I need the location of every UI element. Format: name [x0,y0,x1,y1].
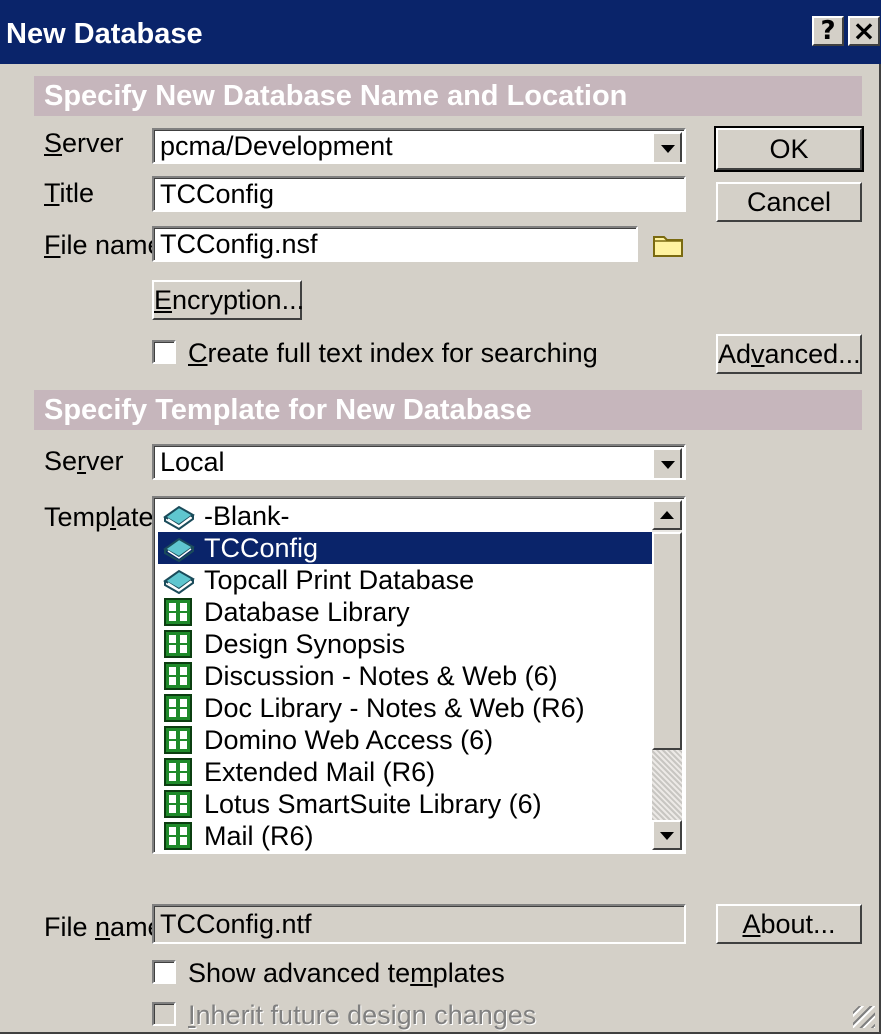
inherit-design-checkbox [152,1002,176,1026]
close-button[interactable]: × [848,16,880,46]
about-button[interactable]: About... [716,904,862,944]
ok-button[interactable]: OK [714,126,864,172]
template-list-item-label: -Blank- [204,501,290,531]
fulltext-index-label: Create full text index for searching [188,338,598,368]
template-listbox[interactable]: -Blank- TCConfig Topcall Print Database Dat… [152,496,686,854]
template-server-dropdown[interactable]: Local [152,444,686,480]
template-list-item[interactable]: Doc Library - Notes & Web (R6) [158,692,652,724]
scroll-down-arrow-icon[interactable] [652,820,682,850]
template-list-item[interactable]: TCConfig [158,532,652,564]
template-server-dropdown-arrow-icon[interactable] [652,448,682,478]
fulltext-index-checkbox[interactable] [152,340,176,364]
domino-template-icon [162,630,196,658]
template-list-item-label: Doc Library - Notes & Web (R6) [204,693,585,723]
encryption-button[interactable]: Encryption... [152,280,304,320]
browse-folder-button[interactable] [650,228,686,262]
filename-label: File name [44,230,163,260]
template-server-label: Server [44,446,124,476]
server-value: pcma/Development [160,131,393,161]
title-input[interactable]: TCConfig [152,176,686,212]
template-list-item[interactable]: Lotus SmartSuite Library (6) [158,788,652,820]
template-filename-label: File name [44,912,163,942]
template-list-item[interactable]: Database Library [158,596,652,628]
template-list-item[interactable]: Discussion - Notes & Web (6) [158,660,652,692]
server-label: Server [44,128,124,158]
domino-template-icon [162,758,196,786]
help-button[interactable]: ? [812,16,844,46]
show-advanced-templates-label: Show advanced templates [188,958,505,988]
cancel-button[interactable]: Cancel [716,182,862,222]
domino-template-icon [162,662,196,690]
new-database-dialog: New Database ? × Specify New Database Na… [0,0,881,1034]
template-filename-field: TCConfig.ntf [152,904,686,944]
template-server-value: Local [160,447,225,477]
title-label: Title [44,178,95,208]
template-label: Template [44,502,154,532]
folder-icon [650,228,686,262]
domino-template-icon [162,598,196,626]
book-icon [162,566,196,595]
domino-template-icon [162,726,196,754]
book-icon [162,534,196,563]
template-list-item-label: Design Synopsis [204,629,406,659]
server-dropdown-arrow-icon[interactable] [652,132,682,162]
advanced-button[interactable]: Advanced... [716,334,862,374]
domino-template-icon [162,822,196,850]
template-list-item[interactable]: -Blank- [158,500,652,532]
template-list-item[interactable]: Extended Mail (R6) [158,756,652,788]
section-heading-template: Specify Template for New Database [34,390,862,430]
template-list-item[interactable]: Mail (R6) [158,820,652,852]
template-list-item-label: Database Library [204,597,410,627]
scroll-up-arrow-icon[interactable] [652,500,682,530]
domino-template-icon [162,790,196,818]
title-bar[interactable]: New Database ? × [0,0,881,64]
template-list-item[interactable]: Topcall Print Database [158,564,652,596]
book-icon [162,502,196,531]
template-list-item-label: Lotus SmartSuite Library (6) [204,789,542,819]
template-list-item[interactable]: Design Synopsis [158,628,652,660]
scroll-track[interactable] [652,750,682,820]
template-list-item-label: Domino Web Access (6) [204,725,494,755]
template-list-item-label: Discussion - Notes & Web (6) [204,661,558,691]
template-list-scrollbar[interactable] [652,500,682,850]
template-list-item-label: Topcall Print Database [204,565,475,595]
domino-template-icon [162,694,196,722]
resize-grip-icon[interactable] [853,1006,875,1028]
server-dropdown[interactable]: pcma/Development [152,128,686,164]
dialog-title: New Database [6,18,203,50]
template-list-item[interactable]: Domino Web Access (6) [158,724,652,756]
scroll-thumb[interactable] [652,532,682,750]
section-heading-name-location: Specify New Database Name and Location [34,76,862,116]
show-advanced-templates-checkbox[interactable] [152,960,176,984]
template-list-item-label: Extended Mail (R6) [204,757,436,787]
filename-input[interactable]: TCConfig.nsf [152,226,638,262]
template-list-item-label: TCConfig [204,533,319,563]
inherit-design-label: Inherit future design changes [188,1000,537,1030]
template-list-item-label: Mail (R6) [204,821,314,851]
